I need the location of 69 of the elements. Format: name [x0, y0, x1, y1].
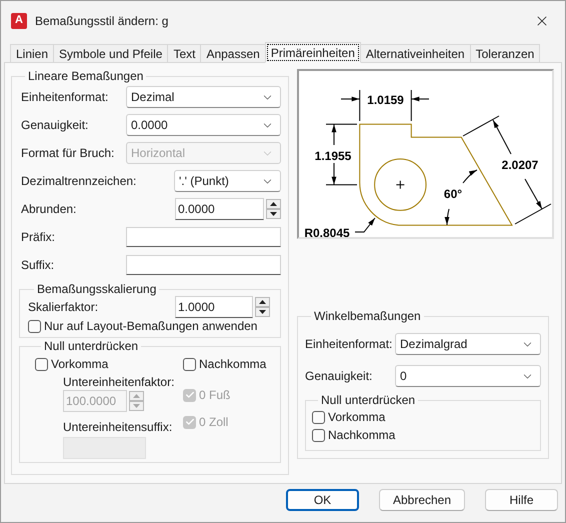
group-title: Null unterdrücken	[320, 393, 416, 407]
caret-up-icon	[270, 202, 277, 206]
number-field[interactable]: 1.0000	[175, 296, 253, 318]
dimension-label: 60°	[444, 187, 462, 201]
dropdown[interactable]: Dezimalgrad	[395, 333, 541, 355]
group-title: Lineare Bemaßungen	[27, 69, 144, 83]
field-label: Genauigkeit:	[305, 369, 372, 383]
caret-down-icon	[133, 404, 140, 408]
tab[interactable]: Linien	[10, 44, 54, 63]
checkbox[interactable]	[312, 410, 325, 424]
group-title: Bemaßungsskalierung	[36, 282, 158, 296]
tab[interactable]: Anpassen	[200, 44, 266, 63]
input-field[interactable]	[126, 255, 281, 275]
checkbox[interactable]	[28, 320, 41, 332]
checkbox-label: Vorkomma	[51, 357, 108, 371]
checkbox-label: Nur auf Layout-Bemaßungen anwenden	[44, 319, 258, 333]
field-label: Präfix:	[21, 230, 56, 244]
checkbox-label: Nachkomma	[199, 357, 266, 371]
spin-up-button[interactable]	[266, 199, 281, 209]
dialog-button[interactable]: Abbrechen	[379, 489, 465, 511]
field-label: Abrunden:	[21, 202, 76, 216]
caret-up-icon	[259, 300, 266, 304]
field-label: Suffix:	[21, 258, 54, 272]
spin-down-button[interactable]	[266, 209, 281, 219]
dimension-label: R0.8045	[304, 226, 350, 237]
field-label: Untereinheitenfaktor:	[63, 375, 176, 389]
center-mark-icon	[396, 180, 405, 190]
spin-down-button[interactable]	[255, 307, 270, 317]
number-field[interactable]: 0.0000	[175, 198, 264, 220]
dropdown[interactable]: Dezimal	[126, 86, 281, 108]
dimension-label: 2.0207	[502, 158, 538, 172]
dimension-label: 1.0159	[367, 93, 404, 107]
field-label: Einheitenformat:	[305, 337, 392, 351]
checkbox-label: 0 Zoll	[199, 415, 228, 429]
field-label: Format für Bruch:	[21, 146, 114, 160]
window-title: Bemaßungsstil ändern: g	[35, 14, 168, 28]
group-title: Null unterdrücken	[43, 339, 140, 353]
field-label: Einheitenformat:	[21, 90, 108, 104]
dropdown[interactable]: 0.0000	[126, 114, 281, 136]
check-icon	[184, 417, 194, 427]
checkbox[interactable]	[35, 358, 48, 370]
tab[interactable]: Primäreinheiten	[264, 42, 361, 63]
checkbox-label: Vorkomma	[328, 410, 386, 424]
field-label: Dezimaltrennzeichen:	[21, 174, 136, 188]
checkbox[interactable]	[183, 358, 196, 370]
dropdown[interactable]: 0	[395, 365, 541, 387]
hole-circle	[374, 158, 426, 211]
dropdown[interactable]: '.' (Punkt)	[174, 170, 281, 192]
field-label: Skalierfaktor:	[28, 300, 98, 314]
field-label: Genauigkeit:	[21, 118, 88, 132]
checkbox[interactable]	[312, 428, 325, 442]
spin-up-button[interactable]	[255, 297, 270, 307]
check-icon	[184, 390, 194, 400]
dialog-button[interactable]: Hilfe	[485, 489, 558, 511]
caret-up-icon	[133, 394, 140, 398]
leader-line	[354, 218, 376, 232]
angle-dimension-arc	[444, 170, 478, 226]
dimension-label: 1.1955	[314, 149, 352, 163]
checkbox-label: Nachkomma	[328, 428, 396, 442]
app-logo: A	[11, 12, 27, 28]
tab[interactable]: Toleranzen	[470, 44, 540, 63]
dialog-button[interactable]: OK	[286, 489, 359, 511]
group-title: Winkelbemaßungen	[313, 309, 422, 323]
field-label: Untereinheitensuffix:	[63, 420, 174, 434]
caret-down-icon	[270, 212, 277, 216]
tab[interactable]: Symbole und Pfeile	[53, 44, 168, 63]
checkbox-label: 0 Fuß	[199, 388, 230, 402]
caret-down-icon	[259, 310, 266, 314]
input-field[interactable]	[126, 227, 281, 247]
